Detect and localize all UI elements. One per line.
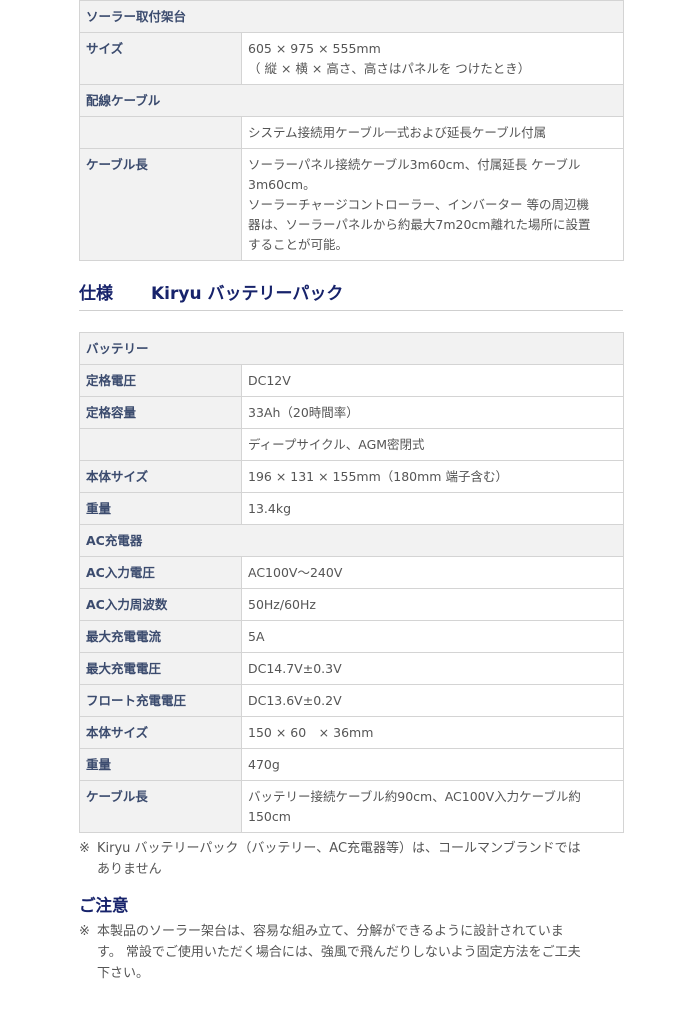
spec-key: 本体サイズ (79, 716, 242, 749)
spec-row: AC入力周波数 50Hz/60Hz (79, 588, 625, 621)
spec-key: 重量 (79, 492, 242, 525)
battery-spec-heading: 仕様 Kiryu バッテリーパック (79, 281, 623, 311)
note-line: Kiryu バッテリーパック（バッテリー、AC充電器等）は、コールマンブランドで… (97, 841, 581, 856)
spec-value: 33Ah（20時間率） (240, 396, 625, 429)
caution-text: ※ 本製品のソーラー架台は、容易な組み立て、分解ができるように設計されていま す… (79, 921, 623, 984)
note-line: ありません (97, 862, 162, 877)
spec-value: バッテリー接続ケーブル約90cm、AC100V入力ケーブル約 150cm (240, 780, 625, 833)
spec-value-line: AC100V～240V (248, 565, 343, 580)
spec-value: ディープサイクル、AGM密閉式 (240, 428, 625, 461)
spec-row: ディープサイクル、AGM密閉式 (79, 428, 625, 461)
caution-line: 下さい。 (97, 966, 150, 981)
section-label: AC充電器 (78, 524, 625, 557)
spec-value-line: 器は、ソーラーパネルから約最大7m20cm離れた場所に設置 (248, 217, 591, 232)
spec-key: AC入力電圧 (79, 556, 242, 589)
spec-key (79, 428, 242, 461)
spec-key: 重量 (79, 748, 242, 781)
section-label: ソーラー取付架台 (78, 0, 625, 33)
spec-key: 最大充電電圧 (79, 652, 242, 685)
caution-line: す。 常設でご使用いただく場合には、強風で飛んだりしないよう固定方法をご工夫 (97, 945, 581, 960)
spec-value-line: DC14.7V±0.3V (248, 661, 342, 676)
spec-key: 本体サイズ (79, 460, 242, 493)
spec-value-line: することが可能。 (248, 237, 349, 252)
spec-row: 定格容量 33Ah（20時間率） (79, 396, 625, 429)
spec-value-line: 150cm (248, 809, 291, 824)
spec-key: サイズ (79, 32, 242, 85)
spec-value-line: 150 × 60 × 36mm (248, 725, 374, 740)
caution-mark: ※ (79, 924, 90, 939)
spec-key: AC入力周波数 (79, 588, 242, 621)
spec-value-line: 5A (248, 629, 265, 644)
spec-key: 定格容量 (79, 396, 242, 429)
spec-value: 470g (240, 748, 625, 781)
section-row: ソーラー取付架台 (78, 0, 625, 33)
caution-line: 本製品のソーラー架台は、容易な組み立て、分解ができるように設計されていま (97, 924, 564, 939)
spec-value-line: バッテリー接続ケーブル約90cm、AC100V入力ケーブル約 (248, 789, 581, 804)
spec-content: ソーラー取付架台 サイズ 605 × 975 × 555mm （ 縦 × 横 × 高さ… (78, 0, 625, 984)
spec-value: 50Hz/60Hz (240, 588, 625, 621)
spec-value: DC12V (240, 364, 625, 397)
spec-row: ケーブル長 ソーラーパネル接続ケーブル3m60cm、付属延長 ケーブル 3m60cm… (79, 148, 625, 261)
spec-row: システム接続用ケーブル一式および延長ケーブル付属 (79, 116, 625, 149)
spec-value-line: DC12V (248, 373, 291, 388)
spec-value: 150 × 60 × 36mm (240, 716, 625, 749)
section-row: バッテリー (78, 332, 625, 365)
spec-value: AC100V～240V (240, 556, 625, 589)
spec-row: 重量 470g (79, 748, 625, 781)
spec-row: ケーブル長 バッテリー接続ケーブル約90cm、AC100V入力ケーブル約 150cm (79, 780, 625, 833)
spec-value: システム接続用ケーブル一式および延長ケーブル付属 (240, 116, 625, 149)
spec-row: 本体サイズ 196 × 131 × 155mm（180mm 端子含む） (79, 460, 625, 493)
spec-value: 5A (240, 620, 625, 653)
spec-key: 最大充電電流 (79, 620, 242, 653)
spec-value-line: ソーラーチャージコントローラー、インバーター 等の周辺機 (248, 197, 589, 212)
spec-row: フロート充電電圧 DC13.6V±0.2V (79, 684, 625, 717)
section-label: 配線ケーブル (78, 84, 625, 117)
spec-value: 196 × 131 × 155mm（180mm 端子含む） (240, 460, 625, 493)
solar-spec-table: ソーラー取付架台 サイズ 605 × 975 × 555mm （ 縦 × 横 × 高さ… (78, 0, 625, 261)
spec-value-line: 196 × 131 × 155mm（180mm 端子含む） (248, 469, 508, 484)
brand-note: ※ Kiryu バッテリーパック（バッテリー、AC充電器等）は、コールマンブラン… (79, 838, 623, 880)
spec-value-line: 470g (248, 757, 280, 772)
spec-value-line: ディープサイクル、AGM密閉式 (248, 437, 425, 452)
spec-key: 定格電圧 (79, 364, 242, 397)
spec-row: AC入力電圧 AC100V～240V (79, 556, 625, 589)
section-row: AC充電器 (78, 524, 625, 557)
spec-key: ケーブル長 (79, 148, 242, 261)
spec-value-line: ソーラーパネル接続ケーブル3m60cm、付属延長 ケーブル (248, 157, 581, 172)
spec-row: 本体サイズ 150 × 60 × 36mm (79, 716, 625, 749)
spec-row: サイズ 605 × 975 × 555mm （ 縦 × 横 × 高さ、高さはパネルを… (79, 32, 625, 85)
battery-spec-table: バッテリー 定格電圧 DC12V 定格容量 33Ah（20時間率） ディープサイクル、AG… (78, 332, 625, 833)
spec-value-line: システム接続用ケーブル一式および延長ケーブル付属 (248, 125, 547, 140)
heading-title: Kiryu バッテリーパック (151, 284, 344, 304)
spec-value: ソーラーパネル接続ケーブル3m60cm、付属延長 ケーブル 3m60cm。ソーラー… (240, 148, 625, 261)
spec-row: 定格電圧 DC12V (79, 364, 625, 397)
spec-row: 最大充電電流 5A (79, 620, 625, 653)
spec-value-line: （ 縦 × 横 × 高さ、高さはパネルを つけたとき） (248, 61, 531, 76)
note-mark: ※ (79, 841, 90, 856)
spec-row: 重量 13.4kg (79, 492, 625, 525)
spec-key: フロート充電電圧 (79, 684, 242, 717)
spec-value: DC13.6V±0.2V (240, 684, 625, 717)
spec-value-line: 50Hz/60Hz (248, 597, 316, 612)
caution-title: ご注意 (79, 896, 129, 915)
spec-key: ケーブル長 (79, 780, 242, 833)
solar-spec-body: ソーラー取付架台 サイズ 605 × 975 × 555mm （ 縦 × 横 × 高さ… (78, 0, 625, 261)
spec-row: 最大充電電圧 DC14.7V±0.3V (79, 652, 625, 685)
section-label: バッテリー (78, 332, 625, 365)
section-row: 配線ケーブル (78, 84, 625, 117)
spec-value-line: DC13.6V±0.2V (248, 693, 342, 708)
heading-prefix: 仕様 (79, 284, 113, 304)
spec-value-line: 3m60cm。 (248, 177, 316, 192)
spec-value-line: 13.4kg (248, 501, 292, 516)
spec-value: DC14.7V±0.3V (240, 652, 625, 685)
spec-value-line: 33Ah（20時間率） (248, 405, 359, 420)
spec-value: 13.4kg (240, 492, 625, 525)
spec-key (79, 116, 242, 149)
spec-value-line: 605 × 975 × 555mm (248, 41, 381, 56)
spec-value: 605 × 975 × 555mm （ 縦 × 横 × 高さ、高さはパネルを つけ… (240, 32, 625, 85)
battery-spec-body: バッテリー 定格電圧 DC12V 定格容量 33Ah（20時間率） ディープサイクル、AG… (78, 332, 625, 833)
